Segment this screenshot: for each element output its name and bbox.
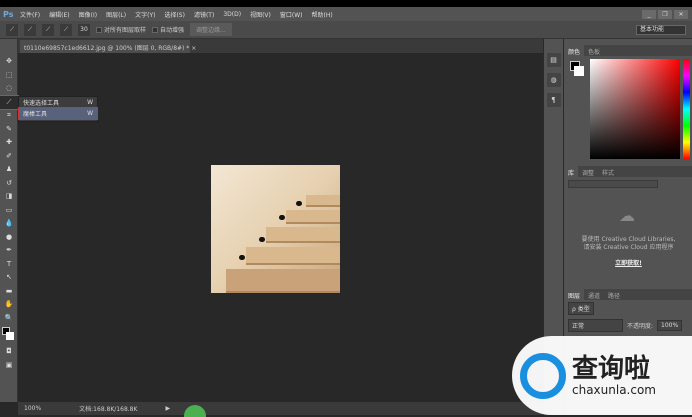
blur-tool-icon[interactable]: 💧	[0, 217, 18, 231]
flyout-label: 魔棒工具	[23, 111, 48, 118]
brush-tool-icon[interactable]: ✐	[0, 150, 18, 164]
brush-size-picker[interactable]: 30	[78, 23, 90, 36]
opacity-label: 不透明度:	[627, 323, 654, 330]
history-brush-icon[interactable]: ↺	[0, 177, 18, 191]
status-menu-arrow[interactable]: ▶	[165, 405, 170, 412]
path-selection-icon[interactable]: ↖	[0, 271, 18, 285]
menu-3d[interactable]: 3D(D)	[223, 11, 241, 18]
tab-color[interactable]: 颜色	[564, 45, 585, 56]
stamp-tool-icon[interactable]: ♟	[0, 163, 18, 177]
layer-filter-select[interactable]: ρ 类型	[568, 302, 594, 315]
tool-preset-icon[interactable]: ⟋	[6, 23, 18, 36]
flyout-quick-selection[interactable]: 快速选择工具 W	[19, 97, 97, 108]
document-image[interactable]	[211, 165, 340, 293]
shape-tool-icon[interactable]: ▬	[0, 285, 18, 299]
get-now-link[interactable]: 立即获取!	[615, 260, 642, 267]
healing-tool-icon[interactable]: ✚	[0, 136, 18, 150]
selection-tool-flyout: 快速选择工具 W 魔棒工具 W	[18, 96, 98, 122]
menu-edit[interactable]: 编辑(E)	[49, 10, 69, 19]
tab-channels[interactable]: 通道	[584, 289, 604, 300]
document-tab-title: t0110e69857c1ed6612.jpg @ 100% (图层 0, RG…	[24, 45, 190, 52]
tab-libraries[interactable]: 库	[564, 166, 579, 177]
minimize-button[interactable]: _	[642, 9, 656, 19]
tab-close-icon[interactable]: ×	[191, 45, 196, 52]
libraries-panel: 库 调整 样式 ☁ 要使用 Creative Cloud Libraries, …	[564, 166, 692, 291]
menu-filter[interactable]: 滤镜(T)	[194, 10, 214, 19]
tab-adjustments[interactable]: 调整	[578, 166, 598, 177]
ps-logo: Ps	[3, 9, 14, 19]
history-panel-icon[interactable]: ▤	[546, 53, 561, 67]
auto-enhance-label: 自动增强	[160, 27, 185, 34]
menu-select[interactable]: 选择(S)	[164, 10, 185, 19]
gradient-tool-icon[interactable]: ▭	[0, 204, 18, 218]
document-tab[interactable]: t0110e69857c1ed6612.jpg @ 100% (图层 0, RG…	[20, 40, 196, 53]
properties-panel-icon[interactable]: ◍	[546, 73, 561, 87]
lasso-tool-icon[interactable]: ◌	[0, 82, 18, 96]
toolbar: ✥ ⬚ ◌ ⟋ ⌗ ✎ ✚ ✐ ♟ ↺ ◨ ▭ 💧 ● ✒ T ↖ ▬ ✋ 🔍 …	[0, 39, 19, 402]
close-button[interactable]: ✕	[674, 9, 688, 19]
menu-view[interactable]: 视图(V)	[250, 10, 271, 19]
quick-selection-tool-icon[interactable]: ⟋	[0, 94, 19, 110]
opacity-input[interactable]: 100%	[657, 320, 683, 331]
tab-layers[interactable]: 图层	[564, 289, 585, 300]
color-field[interactable]	[590, 59, 680, 159]
quick-mask-icon[interactable]: ◘	[0, 345, 18, 359]
creative-cloud-icon: ☁	[619, 206, 635, 225]
screen-mode-icon[interactable]: ▣	[0, 359, 18, 373]
tab-swatches[interactable]: 色板	[584, 45, 604, 56]
flyout-shortcut: W	[87, 99, 93, 106]
watermark-brand: 查询啦	[572, 353, 651, 384]
hue-slider[interactable]	[683, 59, 690, 159]
paragraph-panel-icon[interactable]: ¶	[546, 93, 561, 107]
workspace-select[interactable]: 基本功能	[636, 25, 686, 35]
dodge-tool-icon[interactable]: ●	[0, 231, 18, 245]
marquee-tool-icon[interactable]: ⬚	[0, 69, 18, 83]
menu-file[interactable]: 文件(F)	[20, 10, 40, 19]
zoom-level[interactable]: 100%	[24, 405, 41, 412]
hand-tool-icon[interactable]: ✋	[0, 298, 18, 312]
options-bar: ⟋ ⟋ ⟋ ⟋ 30 对所有图层取样 自动增强 调整边缘... 基本功能	[0, 21, 692, 39]
auto-enhance-checkbox[interactable]: 自动增强	[152, 25, 184, 34]
background-color[interactable]	[574, 66, 584, 76]
sample-all-layers-label: 对所有图层取样	[104, 27, 147, 34]
flyout-label: 快速选择工具	[23, 100, 60, 107]
flyout-shortcut: W	[87, 110, 93, 117]
blend-mode-select[interactable]: 正常	[568, 319, 623, 332]
watermark-url: chaxunla.com	[572, 382, 656, 397]
libraries-panel-tabs: 库 调整 样式	[564, 166, 692, 177]
pen-tool-icon[interactable]: ✒	[0, 244, 18, 258]
doc-size: 文档:168.8K/168.8K	[79, 406, 138, 413]
menu-layer[interactable]: 图层(L)	[106, 10, 126, 19]
tab-styles[interactable]: 样式	[598, 166, 618, 177]
status-bar: 100% 文档:168.8K/168.8K ▶	[18, 402, 543, 415]
menu-bar: Ps 文件(F) 编辑(E) 图像(I) 图层(L) 文字(Y) 选择(S) 滤…	[0, 7, 692, 21]
zoom-tool-icon[interactable]: 🔍	[0, 312, 18, 326]
menu-help[interactable]: 帮助(H)	[312, 10, 333, 19]
flyout-magic-wand[interactable]: 魔棒工具 W	[18, 107, 98, 120]
color-panel-tabs: 颜色 色板	[564, 45, 692, 56]
eyedropper-tool-icon[interactable]: ✎	[0, 123, 18, 137]
tab-paths[interactable]: 路径	[604, 289, 624, 300]
menu-type[interactable]: 文字(Y)	[135, 10, 155, 19]
watermark-logo-icon	[520, 352, 566, 399]
add-selection-icon[interactable]: ⟋	[42, 23, 54, 36]
menu-window[interactable]: 窗口(W)	[280, 10, 303, 19]
menu-image[interactable]: 图像(I)	[79, 10, 97, 19]
crop-tool-icon[interactable]: ⌗	[0, 109, 18, 123]
sample-all-layers-checkbox[interactable]: 对所有图层取样	[96, 25, 146, 34]
watermark: 查询啦 chaxunla.com	[512, 336, 692, 415]
color-swatches-icon[interactable]	[0, 325, 18, 345]
refine-edge-button[interactable]: 调整边缘...	[190, 23, 232, 36]
type-tool-icon[interactable]: T	[0, 258, 18, 272]
eraser-tool-icon[interactable]: ◨	[0, 190, 18, 204]
title-strip	[0, 0, 692, 7]
subtract-selection-icon[interactable]: ⟋	[60, 23, 72, 36]
layers-panel-tabs: 图层 通道 路径	[564, 289, 692, 300]
new-selection-icon[interactable]: ⟋	[24, 23, 36, 36]
libraries-message-2: 请安装 Creative Cloud 应用程序	[583, 244, 674, 251]
restore-button[interactable]: ❐	[658, 9, 672, 19]
move-tool-icon[interactable]: ✥	[0, 55, 18, 69]
library-select[interactable]	[568, 180, 658, 188]
